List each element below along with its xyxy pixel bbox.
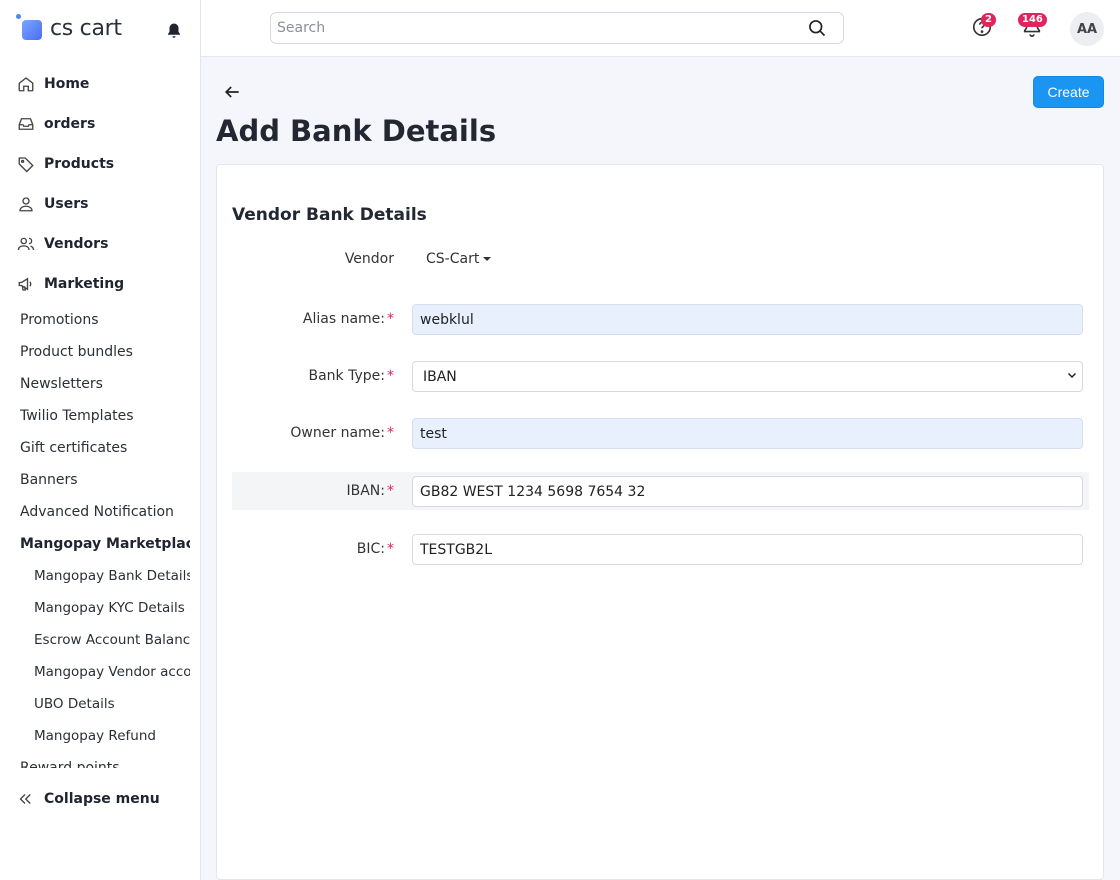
sidebar-item-label: orders — [44, 116, 96, 132]
alias-name-input[interactable] — [412, 304, 1083, 335]
caret-down-icon — [483, 257, 492, 261]
sidebar-item-label: Products — [44, 156, 115, 172]
bank-type-select[interactable]: IBAN — [412, 361, 1083, 392]
sidebar-item-promotions[interactable]: Promotions — [20, 304, 190, 336]
sidebar-item-orders[interactable]: orders — [16, 104, 196, 144]
alias-label: Alias name: * — [302, 311, 394, 327]
sidebar-item-advanced-notification[interactable]: Advanced Notification — [20, 496, 190, 528]
tag-icon — [16, 154, 36, 174]
bank-details-form: Vendor Bank Details Vendor CS-Cart Alias… — [216, 164, 1104, 880]
user-icon — [16, 194, 36, 214]
sidebar-item-gift-certificates[interactable]: Gift certificates — [20, 432, 190, 464]
sidebar: cs cart Home orders Products Users Vendo… — [0, 0, 201, 880]
sidebar-item-vendors[interactable]: Vendors — [16, 224, 196, 264]
marketing-submenu: Promotions Product bundles Newsletters T… — [20, 304, 190, 768]
sidebar-item-label: Marketing — [44, 276, 125, 292]
notifications-badge: 146 — [1018, 13, 1047, 27]
sidebar-item-products[interactable]: Products — [16, 144, 196, 184]
home-icon — [16, 74, 36, 94]
sidebar-item-label: Vendors — [44, 236, 109, 252]
owner-label: Owner name: * — [290, 425, 394, 441]
megaphone-icon — [16, 274, 36, 294]
page-title: Add Bank Details — [216, 114, 497, 148]
sidebar-item-mangopay-bank-details[interactable]: Mangopay Bank Details — [20, 560, 190, 592]
sidebar-item-ubo-details[interactable]: UBO Details — [20, 688, 190, 720]
sidebar-item-mangopay-vendor-accounts[interactable]: Mangopay Vendor acco… — [20, 656, 190, 688]
sidebar-item-product-bundles[interactable]: Product bundles — [20, 336, 190, 368]
sidebar-item-newsletters[interactable]: Newsletters — [20, 368, 190, 400]
sidebar-item-mangopay-kyc-details[interactable]: Mangopay KYC Details — [20, 592, 190, 624]
search-bar — [270, 12, 844, 44]
topbar: 2 146 AA — [201, 0, 1120, 57]
main-nav: Home orders Products Users Vendors Marke… — [16, 64, 196, 304]
vendor-value: CS-Cart — [426, 251, 480, 267]
bank-type-label: Bank Type: * — [308, 368, 395, 384]
sidebar-item-users[interactable]: Users — [16, 184, 196, 224]
section-title: Vendor Bank Details — [232, 205, 427, 225]
vendor-row: Vendor CS-Cart — [232, 240, 1089, 278]
sidebar-item-reward-points[interactable]: Reward points — [20, 752, 190, 768]
inbox-icon — [16, 114, 36, 134]
logo[interactable]: cs cart — [16, 12, 186, 44]
logo-text: cs cart — [50, 15, 122, 41]
vendor-dropdown[interactable]: CS-Cart — [426, 240, 492, 278]
sidebar-item-label: Home — [44, 76, 90, 92]
search-icon[interactable] — [805, 16, 829, 40]
iban-input[interactable] — [412, 476, 1083, 507]
sidebar-item-marketing[interactable]: Marketing — [16, 264, 196, 304]
bank-type-row: Bank Type: * IBAN — [232, 357, 1089, 395]
create-button[interactable]: Create — [1033, 76, 1104, 108]
bic-row: BIC: * — [232, 530, 1089, 568]
sidebar-item-home[interactable]: Home — [16, 64, 196, 104]
sidebar-item-banners[interactable]: Banners — [20, 464, 190, 496]
alias-row: Alias name: * — [232, 300, 1089, 338]
vendor-label: Vendor — [344, 251, 394, 267]
back-arrow-icon[interactable] — [222, 82, 242, 102]
sidebar-item-escrow-account-balance[interactable]: Escrow Account Balance — [20, 624, 190, 656]
collapse-menu-button[interactable]: Collapse menu — [16, 784, 160, 814]
double-chevron-left-icon — [16, 790, 36, 808]
collapse-menu-label: Collapse menu — [44, 791, 160, 807]
sidebar-item-mangopay-marketplace[interactable]: Mangopay Marketplace — [20, 528, 190, 560]
bic-label: BIC: * — [356, 541, 394, 557]
bell-icon[interactable] — [165, 22, 183, 40]
sidebar-item-twilio-templates[interactable]: Twilio Templates — [20, 400, 190, 432]
avatar[interactable]: AA — [1070, 12, 1104, 46]
owner-row: Owner name: * — [232, 414, 1089, 452]
users-icon — [16, 234, 36, 254]
iban-label: IBAN: * — [346, 483, 395, 499]
iban-row: IBAN: * — [232, 472, 1089, 510]
sidebar-item-label: Users — [44, 196, 89, 212]
search-input[interactable] — [271, 13, 805, 43]
logo-icon — [16, 14, 44, 42]
help-badge: 2 — [981, 13, 996, 27]
owner-name-input[interactable] — [412, 418, 1083, 449]
sidebar-item-mangopay-refund[interactable]: Mangopay Refund — [20, 720, 190, 752]
bic-input[interactable] — [412, 534, 1083, 565]
